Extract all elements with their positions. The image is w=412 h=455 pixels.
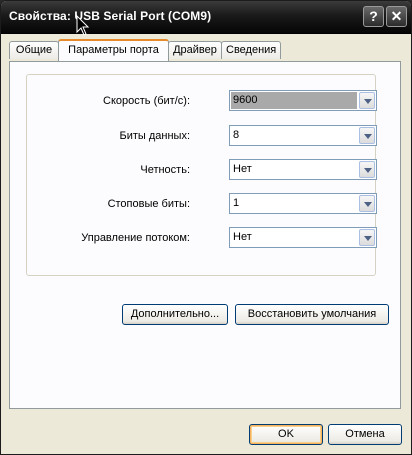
help-button[interactable]: ? [363,6,384,27]
data-bits-value: 8 [233,129,240,141]
tab-general[interactable]: Общие [9,41,59,59]
cancel-button[interactable]: Отмена [328,424,402,445]
stop-bits-value: 1 [233,197,240,209]
ok-button[interactable]: OK [249,424,323,445]
flow-control-label: Управление потоком: [81,232,190,244]
window-title: Свойства: USB Serial Port (COM9) [9,9,212,23]
parity-value: Нет [233,163,252,175]
bits-per-second-value: 9600 [231,92,357,109]
chevron-down-icon[interactable] [359,127,375,144]
tab-details[interactable]: Сведения [221,41,281,59]
parity-label: Четность: [140,164,190,176]
chevron-down-icon[interactable] [359,92,375,109]
advanced-button[interactable]: Дополнительно... [122,304,228,325]
tab-panel-port-settings: Скорость (бит/с): 9600 Биты данных: 8 Че… [9,61,401,409]
close-button[interactable]: ✕ [386,6,407,27]
flow-control-value: Нет [233,231,252,243]
bits-per-second-label: Скорость (бит/с): [103,95,190,107]
chevron-down-icon[interactable] [359,229,375,246]
stop-bits-combobox[interactable]: 1 [229,193,377,214]
data-bits-label: Биты данных: [119,130,190,142]
chevron-down-icon[interactable] [359,161,375,178]
flow-control-combobox[interactable]: Нет [229,227,377,248]
dialog-body: Общие Параметры порта Драйвер Сведения С… [1,34,411,454]
parity-combobox[interactable]: Нет [229,159,377,180]
help-icon: ? [369,8,378,24]
chevron-down-icon[interactable] [359,195,375,212]
port-settings-group: Скорость (бит/с): 9600 Биты данных: 8 Че… [26,74,377,276]
tab-port-settings[interactable]: Параметры порта [58,39,169,61]
data-bits-combobox[interactable]: 8 [229,125,377,146]
restore-defaults-button[interactable]: Восстановить умолчания [235,304,389,325]
stop-bits-label: Стоповые биты: [107,198,190,210]
tab-driver[interactable]: Драйвер [168,41,222,59]
title-bar[interactable]: Свойства: USB Serial Port (COM9) ? ✕ [1,1,411,34]
bits-per-second-combobox[interactable]: 9600 [229,90,377,111]
mouse-cursor-icon [76,15,90,36]
close-icon: ✕ [390,8,403,24]
properties-dialog: Свойства: USB Serial Port (COM9) ? ✕ Общ… [0,0,412,455]
